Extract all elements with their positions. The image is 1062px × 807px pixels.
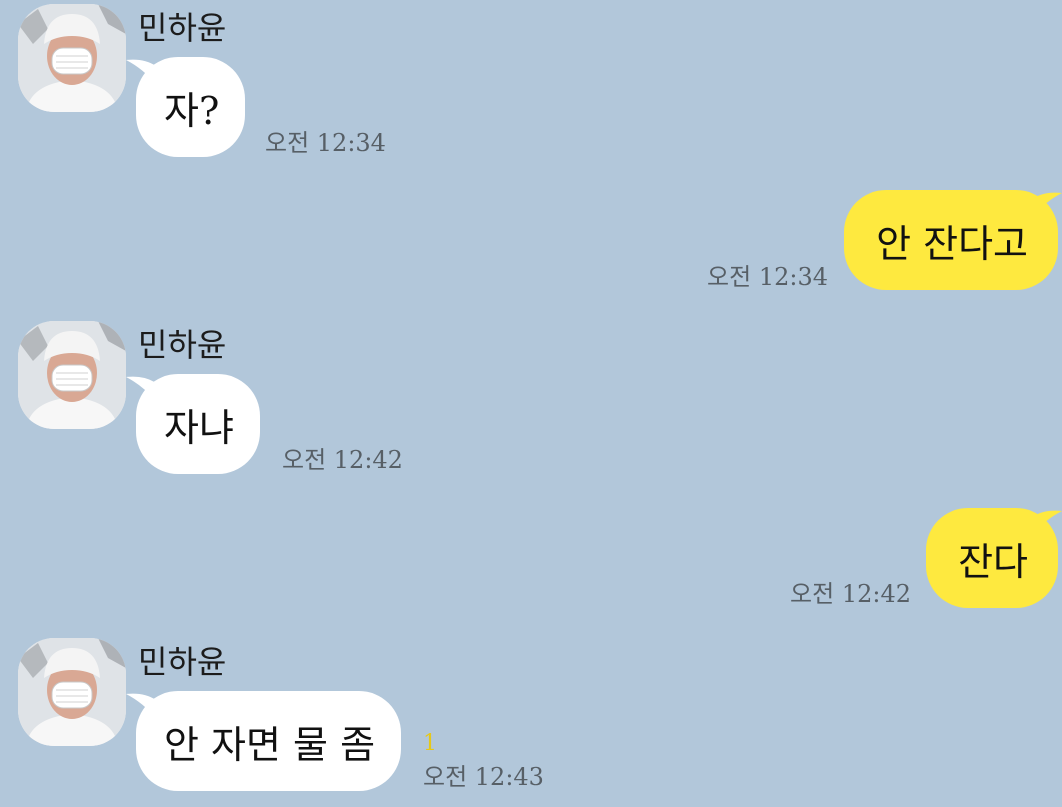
message-text: 자냐 — [164, 405, 234, 450]
chat-area[interactable]: 민하윤 자? 오전 12:34 오전 12:34 안 잔다고 민하윤 자냐 오전… — [0, 0, 1062, 807]
sender-avatar[interactable] — [18, 321, 126, 429]
message-time: 오전 12:43 — [423, 763, 544, 791]
message-text: 잔다 — [958, 539, 1028, 584]
unread-count: 1 — [423, 731, 437, 756]
message-time: 오전 12:34 — [265, 129, 386, 157]
sender-name: 민하윤 — [138, 643, 227, 681]
message-text: 안 자면 물 좀 — [164, 722, 376, 767]
message-bubble-outgoing[interactable]: 안 잔다고 — [844, 190, 1058, 290]
message-bubble-incoming[interactable]: 안 자면 물 좀 — [136, 691, 402, 791]
message-bubble-incoming[interactable]: 자냐 — [136, 374, 260, 474]
bubble-tail — [1032, 192, 1062, 217]
sender-name: 민하윤 — [138, 326, 227, 364]
sender-name: 민하윤 — [138, 9, 227, 47]
sender-avatar[interactable] — [18, 4, 126, 112]
message-text: 안 잔다고 — [876, 221, 1028, 266]
message-time: 오전 12:42 — [282, 446, 403, 474]
sender-avatar[interactable] — [18, 638, 126, 746]
message-bubble-incoming[interactable]: 자? — [136, 57, 246, 157]
message-time: 오전 12:34 — [707, 263, 828, 291]
message-text: 자? — [164, 88, 220, 133]
bubble-tail — [1032, 510, 1062, 535]
message-time: 오전 12:42 — [790, 580, 911, 608]
